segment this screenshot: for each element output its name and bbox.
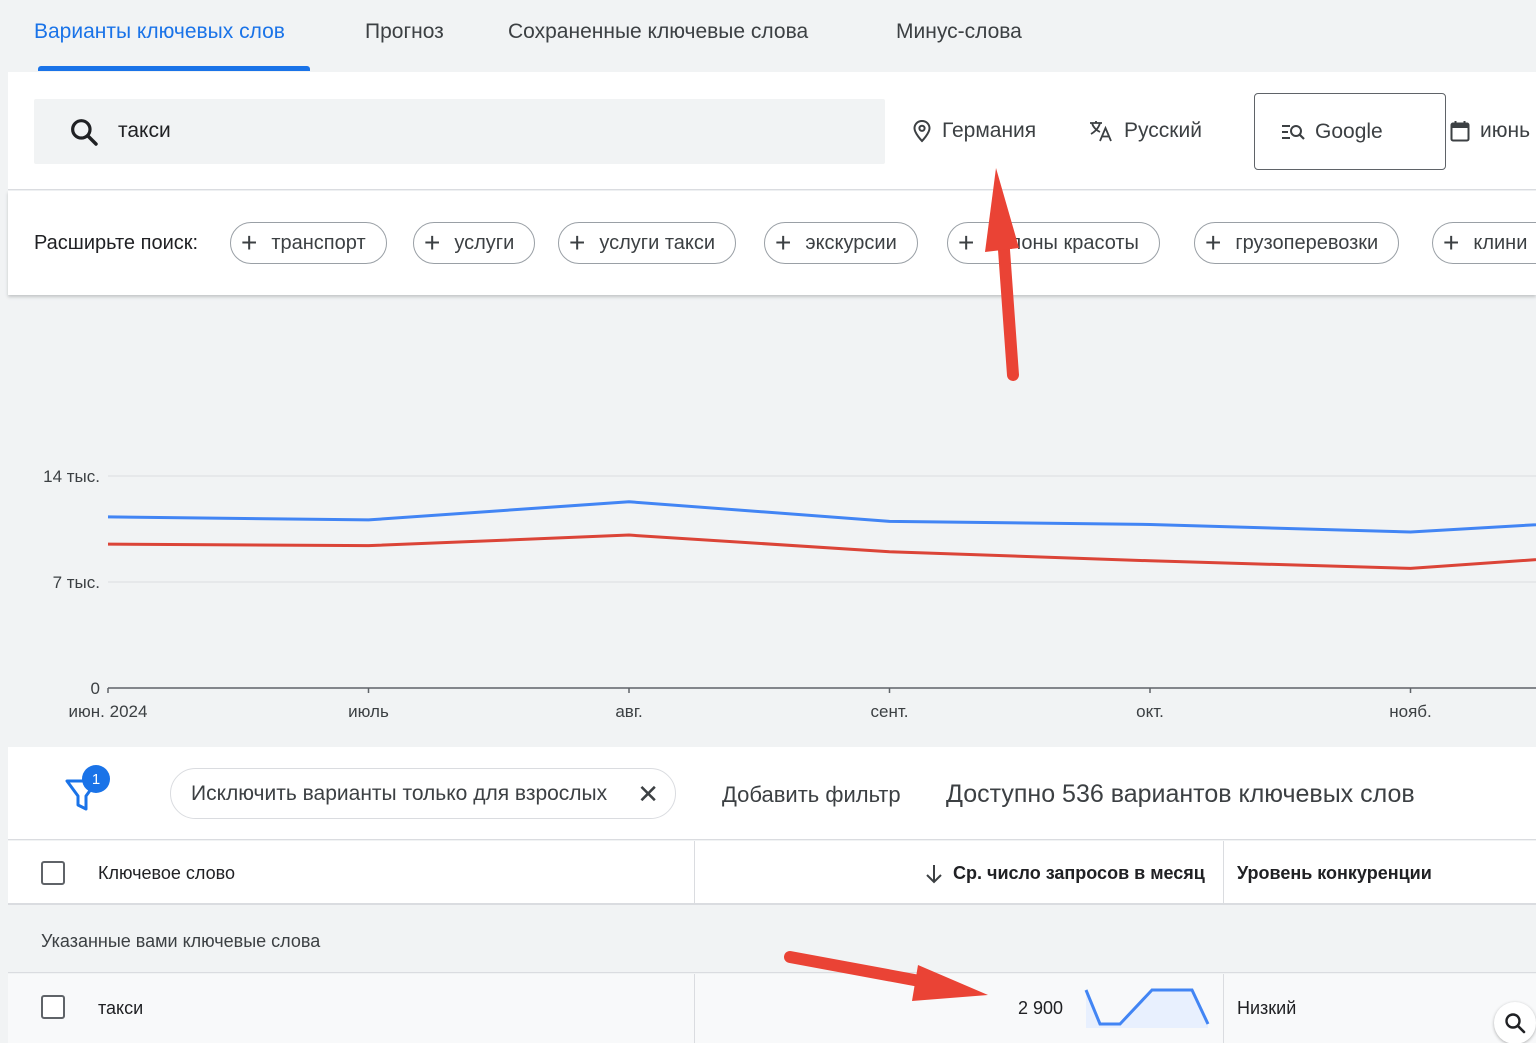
active-tab-indicator [38, 66, 310, 71]
search-input[interactable]: такси [34, 99, 885, 164]
location-label: Германия [942, 119, 1037, 142]
expand-chip[interactable]: + услуги [413, 222, 536, 264]
expand-chip[interactable]: + услуги такси [558, 222, 737, 264]
column-divider [1223, 841, 1224, 905]
y-tick-label: 14 тыс. [43, 467, 100, 486]
language-label: Русский [1124, 119, 1202, 142]
x-tick-label: июль [348, 702, 389, 721]
expand-chip[interactable]: + клини [1432, 222, 1536, 264]
y-tick-label: 7 тыс. [53, 573, 100, 592]
search-network-button[interactable]: Google [1254, 93, 1446, 170]
expand-chip[interactable]: + транспорт [230, 222, 387, 264]
column-header-competition[interactable]: Уровень конкуренции [1237, 863, 1432, 884]
column-header-keyword[interactable]: Ключевое слово [98, 863, 235, 884]
series-line-2 [107, 533, 1536, 570]
expand-chip[interactable]: + экскурсии [764, 222, 918, 264]
search-volume-chart: 0 7 тыс. 14 тыс. июн. 2024 июль авг. сент. окт.… [0, 296, 1536, 746]
calendar-icon [1450, 121, 1470, 142]
search-icon [71, 119, 98, 146]
select-all-checkbox[interactable] [41, 861, 65, 885]
plus-icon: + [569, 227, 586, 258]
x-tick-label: июн. 2024 [69, 702, 148, 721]
translate-icon [1090, 121, 1112, 142]
x-tick-label: авг. [615, 702, 642, 721]
column-divider [694, 841, 695, 905]
series-line-1 [107, 500, 1536, 534]
active-filter-label: Исключить варианты только для взрослых [191, 781, 608, 805]
section-header-row: Указанные вами ключевые слова [8, 907, 1536, 973]
tab-negative-keywords[interactable]: Минус-слова [896, 20, 1022, 44]
tab-forecast[interactable]: Прогноз [365, 20, 444, 44]
available-count: Доступно 536 вариантов ключевых слов [946, 780, 1415, 808]
sort-arrow-down-icon[interactable] [924, 863, 944, 890]
plus-icon: + [1205, 227, 1222, 258]
chip-label: транспорт [271, 231, 366, 254]
x-tick-label: сент. [871, 702, 909, 721]
table-row[interactable]: такси 2 900 Низкий [8, 974, 1536, 1043]
add-filter-button[interactable]: Добавить фильтр [722, 782, 901, 808]
chip-label: клини [1473, 231, 1528, 254]
plus-icon: + [241, 227, 258, 258]
expand-chip[interactable]: + салоны красоты [947, 222, 1160, 264]
table-header: Ключевое слово Ср. число запросов в меся… [8, 841, 1536, 905]
plus-icon: + [958, 227, 975, 258]
plus-icon: + [775, 227, 792, 258]
tab-bar: Варианты ключевых слов Прогноз Сохраненн… [0, 0, 1536, 72]
date-range-label: июнь [1480, 119, 1531, 142]
expand-search-label: Расширьте поиск: [34, 232, 199, 254]
chip-label: услуги [454, 231, 515, 254]
chart-svg: 0 7 тыс. 14 тыс. июн. 2024 июль авг. сент. окт.… [43, 467, 1536, 721]
competition-cell: Низкий [1237, 998, 1297, 1018]
x-tick-label: нояб. [1389, 702, 1432, 721]
avg-searches-cell: 2 900 [1018, 998, 1064, 1018]
column-divider [694, 974, 695, 1043]
close-icon[interactable]: ✕ [637, 779, 659, 810]
x-tick-label: окт. [1136, 702, 1164, 721]
tab-saved-keywords[interactable]: Сохраненные ключевые слова [508, 20, 808, 44]
row-checkbox[interactable] [41, 995, 65, 1019]
chip-label: грузоперевозки [1235, 231, 1379, 254]
active-filter-chip[interactable]: Исключить варианты только для взрослых ✕ [170, 768, 676, 819]
section-label: Указанные вами ключевые слова [41, 931, 321, 951]
location-pin-icon [913, 119, 931, 143]
floating-search-button[interactable] [1494, 1002, 1536, 1043]
trend-sparkline [1084, 988, 1210, 1028]
column-header-avg-searches[interactable]: Ср. число запросов в месяц [953, 863, 1205, 884]
chip-label: услуги такси [599, 231, 716, 254]
search-network-label: Google [1315, 119, 1383, 143]
search-icon [1505, 1013, 1526, 1034]
plus-icon: + [1443, 227, 1460, 258]
filter-bar: 1 Исключить варианты только для взрослых… [8, 747, 1536, 840]
search-query: такси [118, 119, 171, 142]
search-network-icon [1282, 124, 1305, 140]
chip-label: салоны красоты [988, 231, 1139, 254]
location-setting[interactable]: Германия [912, 119, 1036, 143]
language-setting[interactable]: Русский [1088, 119, 1202, 143]
keyword-cell: такси [98, 998, 144, 1018]
expand-search-panel: Расширьте поиск: + транспорт + услуги + усл… [8, 191, 1536, 295]
date-range-setting[interactable]: июнь [1450, 119, 1530, 143]
plus-icon: + [424, 227, 441, 258]
filter-count-badge: 1 [82, 765, 110, 793]
chip-label: экскурсии [805, 231, 897, 254]
tab-keyword-ideas[interactable]: Варианты ключевых слов [34, 20, 285, 44]
column-divider [1223, 974, 1224, 1043]
y-tick-label: 0 [91, 679, 100, 698]
search-panel: такси Германия Русский Google июнь [8, 72, 1536, 190]
expand-chip[interactable]: + грузоперевозки [1194, 222, 1400, 264]
